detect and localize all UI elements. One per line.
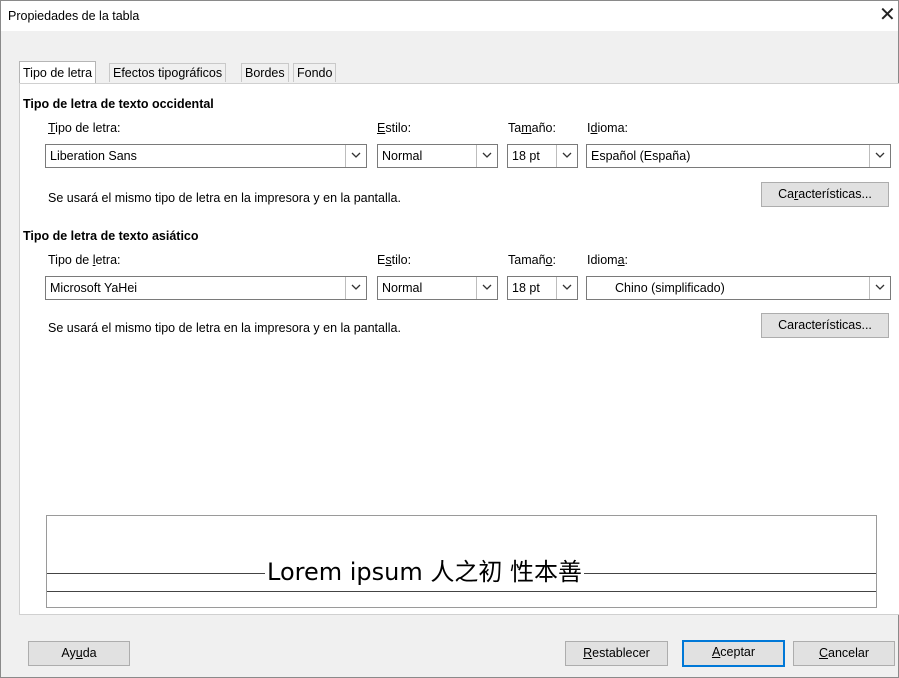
asian-style-label: Estilo: <box>377 253 412 267</box>
tab-background[interactable]: Fondo <box>293 63 337 82</box>
ok-button[interactable]: Aceptar <box>682 640 785 667</box>
western-language-label: Idioma: <box>587 121 629 135</box>
dialog-title: Propiedades de la tabla <box>8 9 140 23</box>
asian-style-value: Normal <box>382 281 423 295</box>
tab-font[interactable]: Tipo de letra <box>19 61 97 83</box>
asian-heading: Tipo de letra de texto asiático <box>23 229 199 243</box>
asian-size-combo[interactable]: 18 pt <box>507 276 578 300</box>
cancel-button[interactable]: Cancelar <box>793 641 895 666</box>
tab-font-effects-label: Efectos tipográficos <box>113 66 223 80</box>
western-style-value: Normal <box>382 149 423 163</box>
chevron-down-icon[interactable] <box>476 145 497 167</box>
asian-language-combo[interactable]: Chino (simplificado) <box>586 276 891 300</box>
close-icon[interactable]: ✕ <box>879 4 896 26</box>
asian-style-combo[interactable]: Normal <box>377 276 498 300</box>
tab-font-effects[interactable]: Efectos tipográficos <box>109 63 227 82</box>
western-size-label: Tamaño: <box>508 121 556 135</box>
asian-language-label: Idioma: <box>587 253 629 267</box>
title-bar: Propiedades de la tabla ✕ <box>1 1 898 31</box>
chevron-down-icon[interactable] <box>869 277 890 299</box>
western-language-value: Español (España) <box>591 149 691 163</box>
asian-note: Se usará el mismo tipo de letra en la im… <box>48 321 401 335</box>
western-font-label: Tipo de letra: <box>48 121 121 135</box>
reset-button[interactable]: Restablecer <box>565 641 668 666</box>
western-language-combo[interactable]: Español (España) <box>586 144 891 168</box>
asian-font-combo[interactable]: Microsoft YaHei <box>45 276 367 300</box>
asian-language-value: Chino (simplificado) <box>615 281 725 295</box>
tab-borders-label: Bordes <box>245 66 285 80</box>
help-button[interactable]: Ayuda <box>28 641 130 666</box>
western-features-button[interactable]: Características... <box>761 182 889 207</box>
tab-borders[interactable]: Bordes <box>241 63 289 82</box>
western-size-combo[interactable]: 18 pt <box>507 144 578 168</box>
asian-font-label: Tipo de letra: <box>48 253 121 267</box>
asian-size-label: Tamaño: <box>508 253 556 267</box>
font-preview: Lorem ipsum 人之初 性本善 <box>46 515 877 608</box>
chevron-down-icon[interactable] <box>345 145 366 167</box>
chevron-down-icon[interactable] <box>556 145 577 167</box>
preview-text: Lorem ipsum 人之初 性本善 <box>265 552 584 587</box>
asian-font-value: Microsoft YaHei <box>50 281 138 295</box>
western-size-value: 18 pt <box>512 149 540 163</box>
chevron-down-icon[interactable] <box>556 277 577 299</box>
tab-background-label: Fondo <box>297 66 333 80</box>
asian-size-value: 18 pt <box>512 281 540 295</box>
tab-font-label: Tipo de letra <box>23 66 93 80</box>
western-note: Se usará el mismo tipo de letra en la im… <box>48 191 401 205</box>
chevron-down-icon[interactable] <box>869 145 890 167</box>
table-properties-dialog: Propiedades de la tabla ✕ Tipo de letra … <box>0 0 899 678</box>
chevron-down-icon[interactable] <box>345 277 366 299</box>
preview-bottom-line <box>47 591 876 592</box>
western-style-label: Estilo: <box>377 121 412 135</box>
western-font-combo[interactable]: Liberation Sans <box>45 144 367 168</box>
western-style-combo[interactable]: Normal <box>377 144 498 168</box>
asian-features-button[interactable]: Características... <box>761 313 889 338</box>
western-heading: Tipo de letra de texto occidental <box>23 97 214 111</box>
chevron-down-icon[interactable] <box>476 277 497 299</box>
western-font-value: Liberation Sans <box>50 149 137 163</box>
